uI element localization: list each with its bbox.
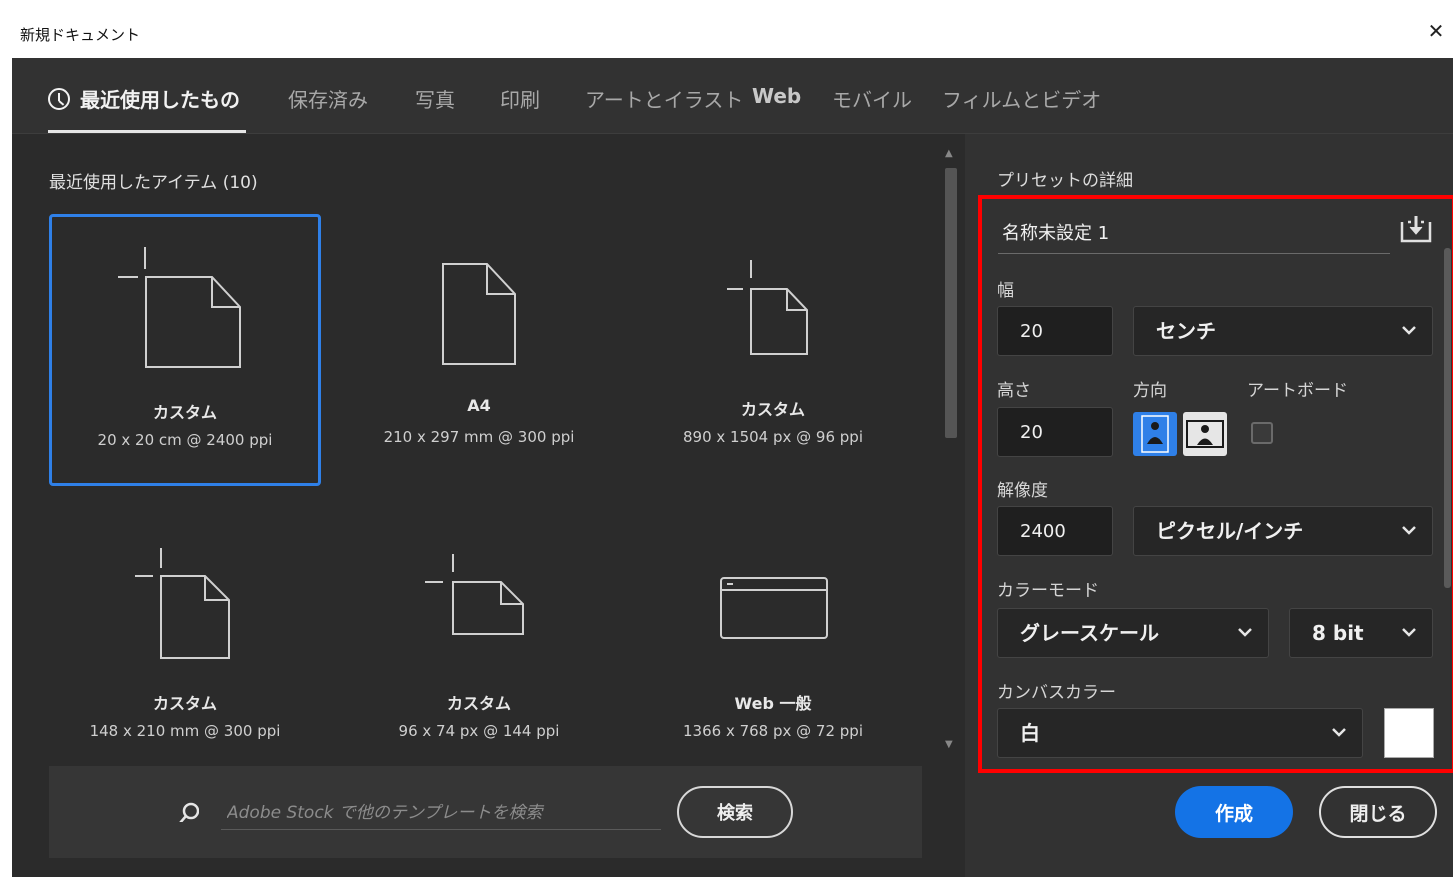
tab-recent-label: 最近使用したもの [80,88,240,112]
tab-film-video[interactable]: フィルムとビデオ [942,84,1101,113]
presets-scrollbar[interactable]: ▲ ▼ [941,144,961,754]
stock-search-input[interactable] [221,796,661,830]
stock-search-bar: 検索 [49,766,922,858]
preset-description: 96 x 74 px @ 144 ppi [398,722,560,740]
close-icon[interactable]: ✕ [1425,20,1447,42]
custom-document-icon [425,554,524,635]
preset-name: カスタム [152,403,217,422]
preset-description: 148 x 210 mm @ 300 ppi [89,722,281,740]
preset-details-panel: プリセットの詳細 幅 センチ 高さ 方向 アートボード [965,134,1453,877]
preset-card[interactable]: カスタム 890 x 1504 px @ 96 ppi [637,214,909,486]
preset-card[interactable]: Web 一般 1366 x 768 px @ 72 ppi [637,508,909,780]
preset-details-title: プリセットの詳細 [997,171,1133,191]
new-document-dialog: 最近使用したもの 保存済み 写真 印刷 アートとイラスト Web モバイル フィ… [12,58,1453,877]
tab-art-illustration[interactable]: アートとイラスト [585,84,743,113]
window-titlebar: 新規ドキュメント ✕ [0,0,1453,58]
tab-recent[interactable]: 最近使用したもの [48,84,240,113]
active-tab-indicator [48,130,246,133]
highlight-box [978,195,1453,773]
document-icon [442,263,516,365]
preset-description: 890 x 1504 px @ 96 ppi [683,428,863,446]
scrollbar-thumb[interactable] [945,168,957,438]
custom-document-icon [118,247,241,368]
custom-document-icon [135,548,230,659]
preset-card[interactable]: A4 210 x 297 mm @ 300 ppi [343,214,615,486]
create-button[interactable]: 作成 [1175,786,1293,838]
tab-bar: 最近使用したもの 保存済み 写真 印刷 アートとイラスト Web モバイル フィ… [12,58,1453,134]
preset-name: カスタム [446,694,511,713]
window-title: 新規ドキュメント [20,26,141,44]
tab-saved[interactable]: 保存済み [288,84,368,113]
preset-name: カスタム [152,694,217,713]
preset-description: 1366 x 768 px @ 72 ppi [683,722,863,740]
preset-card[interactable]: カスタム 20 x 20 cm @ 2400 ppi [49,214,321,486]
preset-name: Web 一般 [734,694,812,713]
scroll-down-icon[interactable]: ▼ [945,739,953,750]
search-button[interactable]: 検索 [677,786,793,838]
recent-items-title: 最近使用したアイテム (10) [49,173,258,193]
custom-document-icon [727,260,808,355]
scroll-up-icon[interactable]: ▲ [945,148,953,159]
preset-card[interactable]: カスタム 148 x 210 mm @ 300 ppi [49,508,321,780]
tab-print[interactable]: 印刷 [500,84,540,113]
tab-web[interactable]: Web [752,84,801,108]
tab-mobile[interactable]: モバイル [832,84,912,113]
search-icon [179,802,199,822]
preset-name: カスタム [740,400,805,419]
web-browser-icon [720,577,828,639]
clock-icon [48,88,70,110]
preset-description: 210 x 297 mm @ 300 ppi [383,428,575,446]
tab-photo[interactable]: 写真 [415,84,455,113]
close-button[interactable]: 閉じる [1319,786,1437,838]
preset-card[interactable]: カスタム 96 x 74 px @ 144 ppi [343,508,615,780]
preset-name: A4 [467,396,491,415]
preset-description: 20 x 20 cm @ 2400 ppi [97,431,273,449]
